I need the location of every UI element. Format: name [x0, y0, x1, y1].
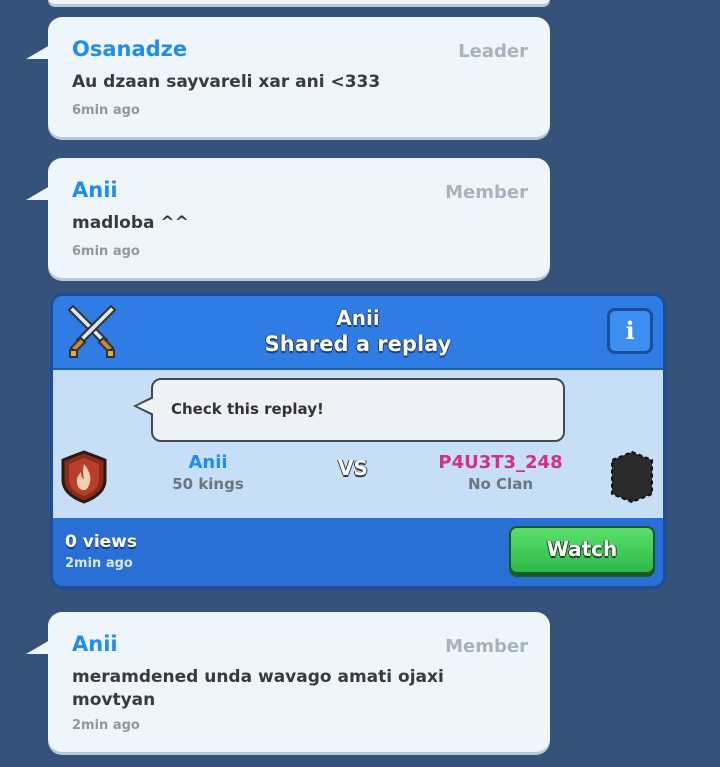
empty-clan-badge-icon [611, 450, 653, 504]
replay-header: Anii Shared a replay i [53, 296, 663, 370]
message-time: 6min ago [72, 244, 140, 259]
message-time: 6min ago [72, 103, 140, 118]
replay-comment: Check this replay! [171, 400, 324, 418]
player-one-name[interactable]: Anii [153, 452, 263, 473]
replay-comment-bubble: Check this replay! [133, 378, 565, 442]
versus-label: VS [338, 456, 368, 480]
message-time: 2min ago [72, 718, 140, 733]
sender-name[interactable]: Anii [72, 632, 118, 656]
previous-message-bubble [48, 0, 550, 4]
chat-message: Anii Member meramdened unda wavago amati… [26, 612, 550, 752]
message-text: Au dzaan sayvareli xar ani <333 [72, 72, 381, 92]
chat-message: Osanadze Leader Au dzaan sayvareli xar a… [26, 17, 550, 137]
clan-badge-fire-icon [61, 450, 107, 504]
message-text: meramdened unda wavago amati ojaxi movty… [72, 667, 444, 710]
sender-name[interactable]: Anii [72, 178, 118, 202]
player-two-name[interactable]: P4U3T3_248 [413, 452, 588, 473]
player-one-clan: 50 kings [172, 475, 244, 493]
watch-button[interactable]: Watch [509, 526, 655, 574]
replay-sharer-name: Anii [336, 306, 380, 330]
sender-name[interactable]: Osanadze [72, 37, 187, 61]
replay-body: Check this replay! Anii 50 kings VS P4U3… [53, 370, 663, 518]
player-one: Anii 50 kings [153, 452, 263, 493]
sender-role: Member [445, 636, 528, 657]
replay-footer: 0 views 2min ago Watch [53, 518, 663, 586]
chat-message: Anii Member madloba ^^ 6min ago [26, 158, 550, 278]
message-text: madloba ^^ [72, 213, 189, 233]
view-count: 0 views [65, 532, 138, 552]
sender-role: Member [445, 182, 528, 203]
replay-card: Anii Shared a replay i Check this replay… [53, 296, 663, 586]
player-two-clan: No Clan [467, 475, 534, 493]
sender-role: Leader [458, 41, 528, 62]
replay-title: Shared a replay [264, 332, 452, 356]
info-button[interactable]: i [607, 308, 653, 354]
replay-time: 2min ago [65, 556, 133, 571]
player-two: P4U3T3_248 No Clan [413, 452, 588, 493]
